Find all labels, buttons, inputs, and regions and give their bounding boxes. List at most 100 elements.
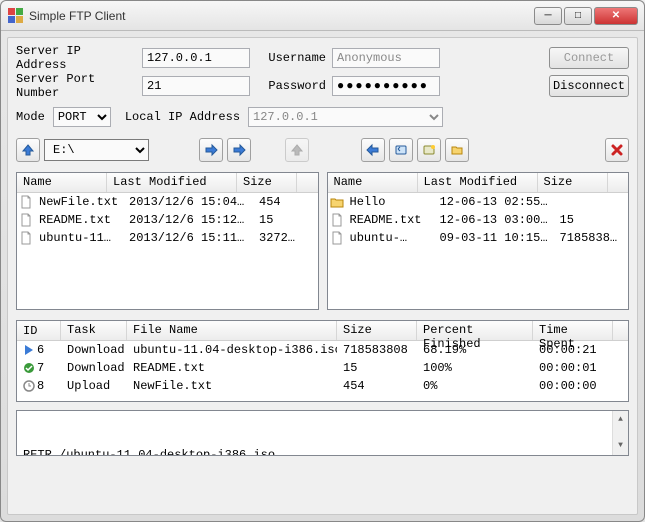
- col-modified[interactable]: Last Modified: [107, 173, 237, 192]
- list-item[interactable]: ubuntu-…09-03-11 10:15PM718583808: [328, 229, 629, 247]
- remote-up-button[interactable]: [285, 138, 309, 162]
- log-output[interactable]: RETR /ubuntu-11.04-desktop-i386.iso 125 …: [16, 410, 629, 456]
- task-row[interactable]: 6Downloadubuntu-11.04-desktop-i386.iso71…: [17, 341, 628, 359]
- task-time: 00:00:00: [533, 379, 613, 393]
- task-type: Download: [61, 361, 127, 375]
- file-modified: 2013/12/6 15:11:59: [125, 231, 255, 245]
- col-name[interactable]: Name: [328, 173, 418, 192]
- scrollbar[interactable]: ▲ ▼: [612, 411, 628, 455]
- file-name: Hello: [346, 195, 436, 209]
- file-size: 15: [255, 213, 315, 227]
- task-size: 718583808: [337, 343, 417, 357]
- col-time[interactable]: Time Spent: [533, 321, 613, 340]
- file-modified: 2013/12/6 15:12:00: [125, 213, 255, 227]
- col-id[interactable]: ID: [17, 321, 61, 340]
- transfer-list[interactable]: ID Task File Name Size Percent Finished …: [16, 320, 629, 402]
- col-size[interactable]: Size: [237, 173, 297, 192]
- upload-button[interactable]: [199, 138, 223, 162]
- task-file: NewFile.txt: [127, 379, 337, 393]
- scroll-up-icon[interactable]: ▲: [617, 411, 624, 429]
- refresh-button[interactable]: [389, 138, 413, 162]
- col-task[interactable]: Task: [61, 321, 127, 340]
- scroll-down-icon[interactable]: ▼: [617, 437, 624, 455]
- maximize-button[interactable]: □: [564, 7, 592, 25]
- task-size: 15: [337, 361, 417, 375]
- mode-label: Mode: [16, 110, 45, 124]
- new-folder-button[interactable]: [417, 138, 441, 162]
- list-item[interactable]: README.txt12-06-13 03:00PM15: [328, 211, 629, 229]
- col-pct[interactable]: Percent Finished: [417, 321, 533, 340]
- password-label: Password: [266, 79, 326, 93]
- file-icon: [19, 195, 33, 209]
- col-name[interactable]: Name: [17, 173, 107, 192]
- status-icon: [23, 362, 35, 374]
- toolbar: E:\: [16, 136, 629, 164]
- file-icon: [330, 231, 344, 245]
- file-name: README.txt: [346, 213, 436, 227]
- list-item[interactable]: NewFile.txt2013/12/6 15:04:34454: [17, 193, 318, 211]
- task-percent: 0%: [417, 379, 533, 393]
- file-modified: 2013/12/6 15:04:34: [125, 195, 255, 209]
- col-file[interactable]: File Name: [127, 321, 337, 340]
- new-folder-icon: [422, 143, 436, 157]
- file-name: ubuntu-…: [346, 231, 436, 245]
- mode-select[interactable]: PORT: [53, 107, 111, 127]
- file-size: 15: [556, 213, 626, 227]
- task-size: 454: [337, 379, 417, 393]
- password-input[interactable]: [332, 76, 440, 96]
- local-file-panel[interactable]: Name Last Modified Size NewFile.txt2013/…: [16, 172, 319, 310]
- minimize-button[interactable]: ─: [534, 7, 562, 25]
- local-up-button[interactable]: [16, 138, 40, 162]
- open-folder-button[interactable]: [445, 138, 469, 162]
- file-size: 3272…: [255, 231, 315, 245]
- status-icon: [23, 380, 35, 392]
- task-type: Download: [61, 343, 127, 357]
- window-title: Simple FTP Client: [29, 9, 534, 23]
- local-panel-header: Name Last Modified Size: [17, 173, 318, 193]
- task-percent: 68.19%: [417, 343, 533, 357]
- remote-file-panel[interactable]: Name Last Modified Size Hello12-06-13 02…: [327, 172, 630, 310]
- delete-x-icon: [610, 143, 624, 157]
- titlebar[interactable]: Simple FTP Client ─ □ ✕: [1, 1, 644, 31]
- transfer-list-header: ID Task File Name Size Percent Finished …: [17, 321, 628, 341]
- col-modified[interactable]: Last Modified: [418, 173, 538, 192]
- file-modified: 09-03-11 10:15PM: [436, 231, 556, 245]
- server-ip-input[interactable]: [142, 48, 250, 68]
- list-item[interactable]: Hello12-06-13 02:55PM: [328, 193, 629, 211]
- folder-open-icon: [450, 143, 464, 157]
- file-name: NewFile.txt: [35, 195, 125, 209]
- app-window: Simple FTP Client ─ □ ✕ Server IP Addres…: [0, 0, 645, 522]
- task-type: Upload: [61, 379, 127, 393]
- task-row[interactable]: 8UploadNewFile.txt4540%00:00:00: [17, 377, 628, 395]
- up-arrow-icon: [21, 143, 35, 157]
- list-item[interactable]: ubuntu-11…2013/12/6 15:11:593272…: [17, 229, 318, 247]
- col-size[interactable]: Size: [337, 321, 417, 340]
- up-arrow-icon: [290, 143, 304, 157]
- server-port-input[interactable]: [142, 76, 250, 96]
- delete-button[interactable]: [605, 138, 629, 162]
- folder-icon: [330, 195, 344, 209]
- list-item[interactable]: README.txt2013/12/6 15:12:0015: [17, 211, 318, 229]
- server-ip-label: Server IP Address: [16, 44, 136, 72]
- app-icon: [7, 8, 23, 24]
- refresh-icon: [394, 143, 408, 157]
- drive-select[interactable]: E:\: [44, 139, 149, 161]
- task-id: 6: [17, 343, 61, 357]
- left-arrow-icon: [366, 143, 380, 157]
- col-size[interactable]: Size: [538, 173, 608, 192]
- transfer-right-button[interactable]: [227, 138, 251, 162]
- task-row[interactable]: 7DownloadREADME.txt15100%00:00:01: [17, 359, 628, 377]
- task-file: ubuntu-11.04-desktop-i386.iso: [127, 343, 337, 357]
- file-name: ubuntu-11…: [35, 231, 125, 245]
- file-modified: 12-06-13 02:55PM: [436, 195, 556, 209]
- right-arrow-icon: [204, 143, 218, 157]
- connect-button[interactable]: Connect: [549, 47, 629, 69]
- status-icon: [23, 344, 35, 356]
- file-size: 718583808: [556, 231, 626, 245]
- local-ip-select[interactable]: 127.0.0.1: [248, 107, 443, 127]
- disconnect-button[interactable]: Disconnect: [549, 75, 629, 97]
- download-button[interactable]: [361, 138, 385, 162]
- log-line: RETR /ubuntu-11.04-desktop-i386.iso: [23, 447, 622, 456]
- close-button[interactable]: ✕: [594, 7, 638, 25]
- username-input[interactable]: [332, 48, 440, 68]
